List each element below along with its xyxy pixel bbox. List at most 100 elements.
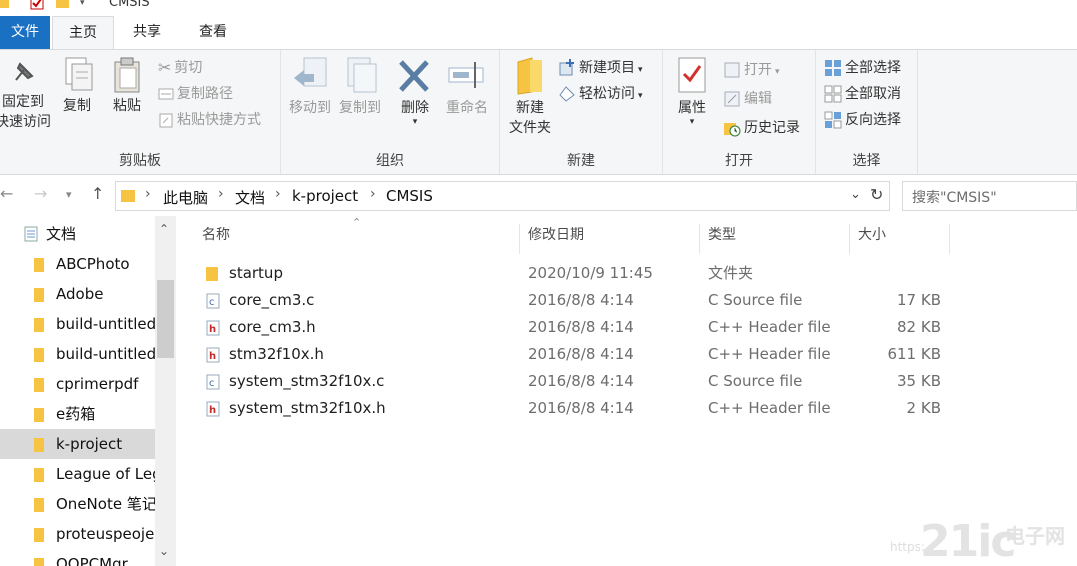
edit-button[interactable]: 编辑 (723, 87, 772, 111)
back-arrow-icon[interactable]: ← (0, 184, 13, 203)
nav-item-folder[interactable]: proteuspeoje (0, 519, 155, 549)
nav-item-folder[interactable]: OneNote 笔记 (0, 489, 155, 519)
scroll-up-icon[interactable]: ⌃ (159, 222, 169, 236)
pin-label-line1: 固定到 (2, 94, 44, 110)
new-folder-button[interactable]: 新建 文件夹 (504, 56, 556, 138)
column-header-size[interactable]: 大小 (850, 224, 950, 254)
invert-selection-button[interactable]: 反向选择 (824, 108, 901, 132)
breadcrumb-k-project[interactable]: k-project (292, 187, 358, 205)
nav-item-folder[interactable]: Adobe (0, 279, 155, 309)
breadcrumb-cmsis[interactable]: CMSIS (386, 187, 433, 205)
forward-arrow-icon[interactable]: → (34, 184, 47, 203)
file-size: 17 KB (897, 291, 941, 309)
address-bar[interactable]: › 此电脑 › 文档 › k-project › CMSIS ⌄ ↻ (115, 181, 890, 211)
easy-access-dropdown-icon: ▾ (638, 91, 643, 101)
title-bar: ▾ CMSIS (0, 0, 1077, 16)
pin-to-quick-access-button[interactable]: 固定到 快速访问 (0, 56, 52, 132)
new-group: 新建 文件夹 新建项目 ▾ 轻松访问 ▾ 新建 (500, 50, 663, 174)
scroll-thumb[interactable] (157, 280, 174, 358)
nav-item-folder[interactable]: ABCPhoto (0, 249, 155, 279)
file-row[interactable]: h stm32f10x.h 2016/8/8 4:14 C++ Header f… (196, 341, 956, 368)
new-item-button[interactable]: 新建项目 ▾ (558, 56, 643, 80)
properties-button[interactable]: 属性 ▾ (669, 56, 715, 127)
h-file-icon: h (206, 401, 220, 417)
breadcrumb-separator-icon[interactable]: › (275, 186, 281, 202)
up-arrow-icon[interactable]: ↑ (91, 184, 104, 203)
file-row[interactable]: h core_cm3.h 2016/8/8 4:14 C++ Header fi… (196, 314, 956, 341)
rename-button[interactable]: 重命名 (441, 56, 493, 118)
nav-item-folder[interactable]: cprimerpdf (0, 369, 155, 399)
copy-icon (65, 57, 93, 91)
h-file-icon: h (206, 347, 220, 363)
breadcrumb-this-pc[interactable]: 此电脑 (163, 187, 208, 208)
column-header-type[interactable]: 类型 (700, 224, 850, 254)
svg-text:h: h (209, 324, 216, 335)
nav-item-folder[interactable]: QQPCMgr (0, 549, 155, 566)
file-row[interactable]: c system_stm32f10x.c 2016/8/8 4:14 C Sou… (196, 368, 956, 395)
edit-label: 编辑 (744, 91, 772, 107)
paste-icon (114, 57, 140, 93)
tab-home[interactable]: 主页 (52, 16, 114, 50)
column-header-modified-label: 修改日期 (528, 227, 584, 243)
delete-label: 删除 (401, 100, 429, 116)
open-button[interactable]: 打开 ▾ (723, 58, 780, 82)
new-folder-quick-icon[interactable] (56, 0, 70, 10)
search-input[interactable]: 搜索"CMSIS" (902, 181, 1077, 211)
file-row[interactable]: h system_stm32f10x.h 2016/8/8 4:14 C++ H… (196, 395, 956, 422)
file-modified: 2016/8/8 4:14 (528, 372, 634, 390)
copy-to-icon (347, 57, 377, 93)
select-all-button[interactable]: 全部选择 (824, 56, 901, 80)
breadcrumb-documents[interactable]: 文档 (235, 187, 265, 208)
history-label: 历史记录 (744, 120, 800, 136)
scroll-down-icon[interactable]: ⌄ (159, 544, 169, 558)
cut-button[interactable]: ✂ 剪切 (158, 56, 202, 80)
column-header-type-label: 类型 (708, 227, 736, 243)
nav-item-label: e药箱 (56, 405, 96, 423)
file-row[interactable]: startup 2020/10/9 11:45 文件夹 (196, 260, 956, 287)
tab-view[interactable]: 查看 (182, 16, 244, 49)
paste-button[interactable]: 粘贴 (104, 56, 150, 116)
column-header-modified[interactable]: 修改日期 (520, 224, 700, 254)
quick-access-dropdown-icon[interactable]: ▾ (80, 0, 94, 12)
breadcrumb-separator-icon[interactable]: › (370, 186, 376, 202)
tab-share[interactable]: 共享 (118, 16, 176, 49)
folder-icon (206, 267, 218, 281)
delete-button[interactable]: 删除 ▾ (395, 56, 435, 127)
address-dropdown-icon[interactable]: ⌄ (850, 187, 861, 202)
nav-item-documents[interactable]: 文档 (0, 219, 155, 249)
nav-item-folder[interactable]: League of Leg (0, 459, 155, 489)
properties-label: 属性 (678, 100, 706, 116)
recent-locations-chevron-icon[interactable]: ▾ (66, 188, 72, 201)
nav-item-folder[interactable]: build-untitled (0, 309, 155, 339)
nav-item-folder[interactable]: build-untitled (0, 339, 155, 369)
history-button[interactable]: 历史记录 (723, 116, 800, 140)
properties-quick-icon[interactable] (30, 0, 44, 10)
pin-icon (15, 62, 34, 81)
paste-shortcut-button[interactable]: 粘贴快捷方式 (158, 108, 261, 132)
refresh-icon[interactable]: ↻ (870, 185, 883, 204)
nav-item-selected-folder[interactable]: k-project (0, 429, 155, 459)
column-header-name[interactable]: 名称 (194, 224, 520, 254)
copy-button[interactable]: 复制 (56, 56, 98, 116)
move-to-button[interactable]: 移动到 (285, 56, 335, 118)
properties-check-icon (678, 57, 706, 93)
tab-file[interactable]: 文件 (0, 16, 50, 49)
open-group: 属性 ▾ 打开 ▾ 编辑 历史记录 打开 (663, 50, 816, 174)
easy-access-button[interactable]: 轻松访问 ▾ (558, 82, 643, 106)
properties-dropdown-icon[interactable]: ▾ (669, 118, 715, 127)
select-none-button[interactable]: 全部取消 (824, 82, 901, 106)
rename-icon (448, 62, 484, 88)
move-to-icon (294, 57, 327, 87)
nav-item-folder[interactable]: e药箱 (0, 399, 155, 429)
delete-dropdown-icon[interactable]: ▾ (395, 118, 435, 127)
nav-item-label: OneNote 笔记 (56, 495, 155, 513)
svg-text:c: c (209, 378, 215, 389)
watermark-logo: 21ic (920, 516, 1016, 566)
pin-label-line2: 快速访问 (0, 114, 51, 130)
copy-path-button[interactable]: 复制路径 (158, 82, 233, 106)
breadcrumb-separator-icon[interactable]: › (218, 186, 224, 202)
navigation-scrollbar[interactable]: ⌃ ⌄ (155, 216, 176, 566)
copy-to-button[interactable]: 复制到 (335, 56, 385, 118)
file-row[interactable]: c core_cm3.c 2016/8/8 4:14 C Source file… (196, 287, 956, 314)
breadcrumb-separator-icon[interactable]: › (145, 186, 151, 202)
